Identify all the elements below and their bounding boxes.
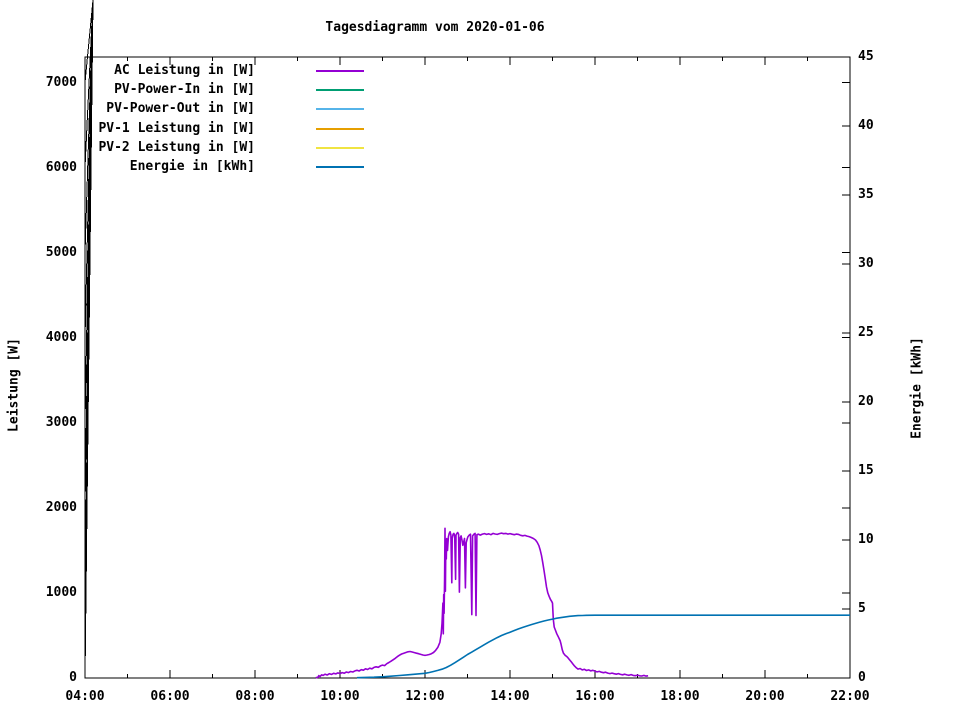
x-tick-label: 04:00 bbox=[65, 689, 105, 704]
y-tick-label: 1000 bbox=[45, 584, 77, 600]
chart-canvas: Tagesdiagramm vom 2020-01-06 Leistung [W… bbox=[0, 0, 960, 720]
legend-line-sample bbox=[316, 70, 364, 72]
legend-line-sample bbox=[316, 108, 364, 111]
x-tick-label: 10:00 bbox=[320, 689, 360, 704]
x-tick-label: 22:00 bbox=[830, 689, 870, 704]
y-tick-label: 0 bbox=[69, 670, 77, 685]
y-tick-label: 4000 bbox=[45, 329, 77, 345]
y2-tick-label: 5 bbox=[858, 601, 866, 616]
series-line-ac-leistung-in-w bbox=[315, 527, 649, 679]
legend-label: PV-1 Leistung in [W] bbox=[98, 120, 255, 136]
x-tick-label: 12:00 bbox=[405, 689, 445, 704]
legend-label: AC Leistung in [W] bbox=[114, 63, 255, 78]
y2-tick-label: 25 bbox=[858, 325, 874, 340]
y2-tick-label: 35 bbox=[858, 187, 874, 202]
y-tick-label: 2000 bbox=[45, 499, 77, 515]
y2-axis-label: Energie [kWh] bbox=[909, 337, 925, 439]
legend-label: PV-Power-Out in [W] bbox=[106, 101, 255, 117]
x-tick-label: 14:00 bbox=[490, 689, 530, 704]
x-tick-label: 06:00 bbox=[150, 689, 190, 704]
y2-tick-label: 15 bbox=[858, 463, 874, 478]
y2-tick-label: 45 bbox=[858, 49, 874, 64]
y2-tick-label: 40 bbox=[858, 118, 874, 133]
y2-tick-label: 30 bbox=[858, 256, 874, 271]
y2-tick-label: 10 bbox=[858, 532, 874, 547]
legend-label: PV-2 Leistung in [W] bbox=[98, 139, 255, 155]
legend-line-sample bbox=[316, 166, 364, 168]
y2-tick-label: 0 bbox=[858, 670, 866, 685]
legend-line-sample bbox=[316, 146, 364, 149]
legend-line-sample bbox=[316, 127, 364, 130]
y-tick-label: 3000 bbox=[45, 414, 77, 430]
x-tick-label: 16:00 bbox=[575, 689, 615, 704]
x-tick-label: 20:00 bbox=[745, 689, 785, 704]
chart-title: Tagesdiagramm vom 2020-01-06 bbox=[325, 20, 545, 35]
legend-label: PV-Power-In in [W] bbox=[114, 82, 255, 98]
legend-line-sample bbox=[316, 89, 364, 92]
y-tick-label: 5000 bbox=[45, 244, 77, 260]
x-tick-label: 18:00 bbox=[660, 689, 700, 704]
series-line-energie-in-kwh bbox=[356, 614, 850, 679]
y2-tick-label: 20 bbox=[858, 394, 874, 409]
legend-label: Energie in [kWh] bbox=[129, 159, 255, 174]
x-tick-label: 08:00 bbox=[235, 689, 275, 704]
